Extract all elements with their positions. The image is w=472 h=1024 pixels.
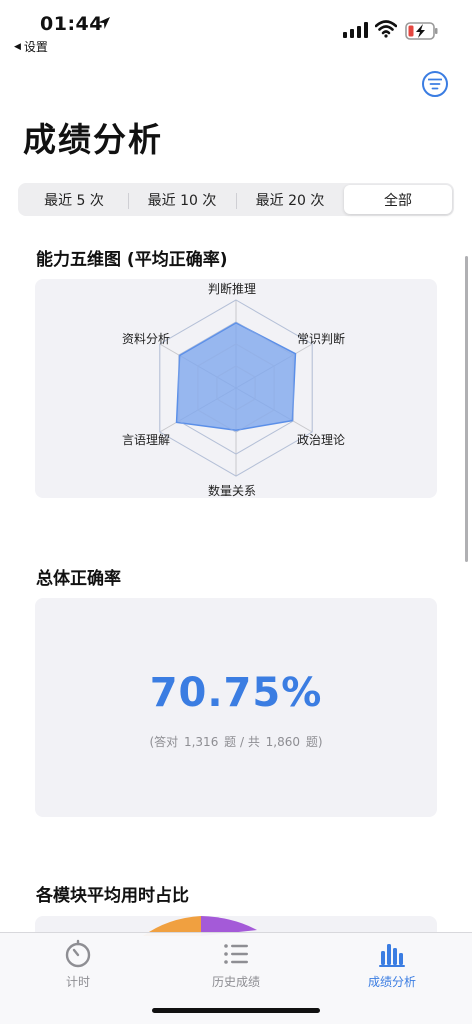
back-label: 设置 — [23, 40, 48, 54]
overall-accuracy-card: 70.75% (答对 1,316 题 / 共 1,860 题) — [35, 598, 437, 817]
detail-suffix: 题) — [305, 735, 323, 749]
overall-detail: (答对 1,316 题 / 共 1,860 题) — [35, 733, 437, 750]
tab-analysis[interactable]: 成绩分析 — [332, 939, 452, 990]
wifi-icon — [375, 20, 397, 38]
segment-recent-5[interactable]: 最近 5 次 — [20, 185, 128, 214]
radar-card: 判断推理 常识判断 政治理论 数量关系 言语理解 资料分析 — [35, 279, 437, 498]
total-count: 1,860 — [265, 735, 301, 749]
cellular-signal-icon — [343, 22, 368, 38]
timer-icon — [65, 939, 91, 968]
list-icon — [224, 944, 248, 964]
radar-section-title: 能力五维图 (平均正确率) — [36, 250, 228, 270]
page-title: 成绩分析 — [23, 120, 163, 159]
detail-prefix: (答对 — [149, 735, 179, 749]
home-indicator — [152, 1008, 320, 1013]
radar-value-area — [175, 322, 297, 431]
radar-axis-label: 常识判断 — [297, 332, 346, 346]
segment-all[interactable]: 全部 — [344, 185, 452, 214]
tab-history-label: 历史成绩 — [211, 975, 260, 989]
segment-recent-20[interactable]: 最近 20 次 — [236, 185, 344, 214]
module-time-section-title: 各模块平均用时占比 — [36, 886, 189, 906]
radar-axis-label: 言语理解 — [122, 433, 171, 447]
bar-chart-icon — [379, 944, 405, 967]
radar-axis-label: 政治理论 — [297, 433, 346, 447]
radar-chart — [159, 299, 313, 477]
back-triangle-icon: ◀ — [14, 41, 21, 52]
radar-axis-label: 数量关系 — [208, 484, 257, 498]
segment-recent-10[interactable]: 最近 10 次 — [128, 185, 236, 214]
range-segmented-control: 最近 5 次 最近 10 次 最近 20 次 全部 — [18, 183, 454, 216]
radar-axis-label: 判断推理 — [208, 282, 257, 296]
radar-axis-label: 资料分析 — [122, 332, 171, 346]
filter-lines-icon — [428, 78, 442, 90]
battery-charging-icon — [405, 22, 438, 40]
score-analysis-page: 01:44 ◀ 设置 成绩分析 最近 5 次 最近 10 次 最近 20 次 全… — [0, 0, 472, 1024]
scroll-indicator[interactable] — [465, 256, 468, 562]
detail-mid: 题 / 共 — [224, 735, 260, 749]
back-to-settings[interactable]: ◀ 设置 — [14, 38, 48, 55]
location-arrow-icon — [98, 17, 110, 29]
tab-timer-label: 计时 — [65, 975, 90, 989]
correct-count: 1,316 — [183, 735, 219, 749]
overall-section-title: 总体正确率 — [36, 569, 121, 589]
overall-percent: 70.75% — [149, 670, 323, 716]
tab-analysis-label: 成绩分析 — [367, 975, 416, 989]
filter-button[interactable] — [422, 71, 448, 97]
status-time: 01:44 — [40, 13, 103, 35]
tab-timer[interactable]: 计时 — [18, 939, 138, 990]
tab-history[interactable]: 历史成绩 — [176, 939, 296, 990]
status-bar: 01:44 ◀ 设置 — [0, 0, 472, 60]
